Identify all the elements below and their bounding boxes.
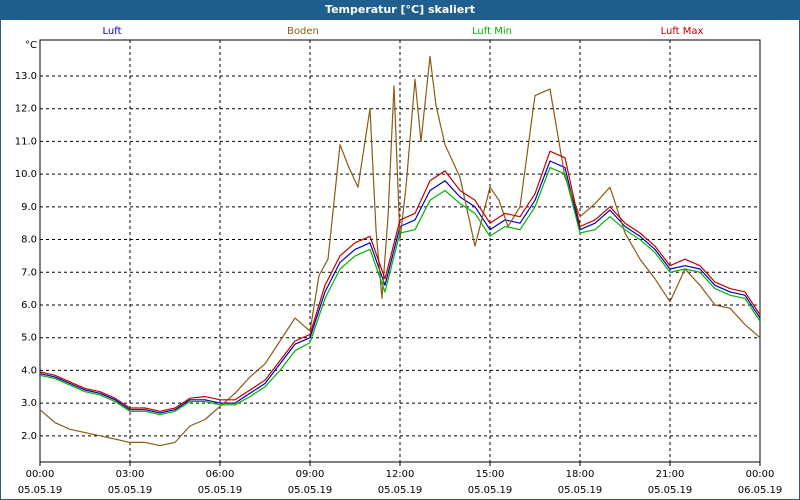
x-tick-time: 12:00: [386, 469, 415, 480]
x-tick-time: 15:00: [476, 469, 505, 480]
x-tick-date: 05.05.19: [18, 485, 63, 496]
x-tick-date: 06.05.19: [738, 485, 783, 496]
legend-item-luft: Luft: [103, 26, 122, 37]
y-tick-label: 12.0: [15, 104, 37, 115]
x-tick-time: 00:00: [746, 469, 775, 480]
y-tick-label: 6.0: [21, 300, 37, 311]
legend-item-luft-max: Luft Max: [661, 26, 704, 37]
y-tick-label: 13.0: [15, 71, 37, 82]
y-tick-label: 11.0: [15, 136, 37, 147]
x-tick-date: 05.05.19: [468, 485, 513, 496]
legend-item-luft-min: Luft Min: [472, 26, 512, 37]
y-tick-label: 2.0: [21, 431, 37, 442]
x-tick-time: 03:00: [116, 469, 145, 480]
x-tick-date: 05.05.19: [378, 485, 423, 496]
x-tick-date: 05.05.19: [108, 485, 153, 496]
y-tick-label: 3.0: [21, 398, 37, 409]
x-tick-time: 06:00: [206, 469, 235, 480]
x-tick-time: 09:00: [296, 469, 325, 480]
y-tick-label: 8.0: [21, 235, 37, 246]
y-tick-label: 9.0: [21, 202, 37, 213]
temperature-chart: 2.0 3.0 4.0 5.0 6.0 7.0 8.0 9.0 10.0 11.0 12.0 13.0…: [15, 26, 783, 496]
legend: Luft Boden Luft Min Luft Max: [103, 26, 704, 37]
x-tick-time: 18:00: [566, 469, 595, 480]
x-tick-time: 00:00: [26, 469, 55, 480]
x-tick-date: 05.05.19: [198, 485, 243, 496]
y-tick-label: 4.0: [21, 365, 37, 376]
y-axis-label: °C: [25, 40, 37, 51]
x-tick-date: 05.05.19: [648, 485, 693, 496]
x-tick-date: 05.05.19: [558, 485, 603, 496]
y-tick-label: 5.0: [21, 333, 37, 344]
y-tick-label: 10.0: [15, 169, 37, 180]
x-tick-date: 05.05.19: [288, 485, 333, 496]
x-tick-time: 21:00: [656, 469, 685, 480]
legend-item-boden: Boden: [287, 26, 319, 37]
y-tick-label: 7.0: [21, 267, 37, 278]
